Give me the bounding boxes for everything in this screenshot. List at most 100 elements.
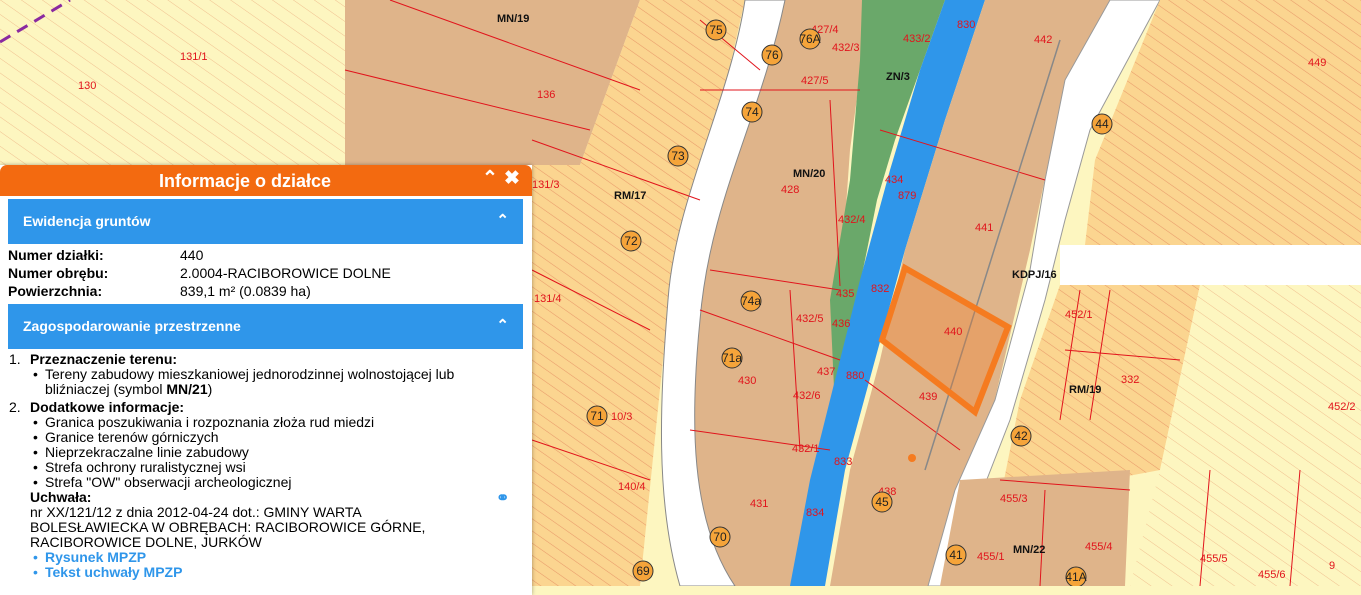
house-number: 41 xyxy=(949,548,963,562)
plot-label: 441 xyxy=(975,222,993,234)
zone-yellow-left xyxy=(0,0,390,165)
plot-label: 455/1 xyxy=(977,551,1005,563)
zone-label: KDPJ/16 xyxy=(1012,269,1057,281)
zone-label: RM/19 xyxy=(1069,384,1101,396)
house-number: 76A xyxy=(799,32,820,46)
purpose-line2-pre: bliźniaczej (symbol xyxy=(45,381,167,397)
plot-label: 140/4 xyxy=(618,481,646,493)
plot-label: 879 xyxy=(898,190,916,202)
purpose-line2-post: ) xyxy=(207,381,213,397)
plot-label: 455/3 xyxy=(1000,493,1028,505)
plot-label: 9 xyxy=(1329,560,1335,572)
plot-label: 136 xyxy=(537,89,555,101)
plot-label: 131/3 xyxy=(532,179,560,191)
house-number-marker[interactable]: 74 xyxy=(741,101,763,123)
list-number: 1. xyxy=(9,351,21,367)
zone-label: MN/22 xyxy=(1013,544,1045,556)
house-number: 74a xyxy=(741,294,761,308)
plot-label: 440 xyxy=(944,326,962,338)
house-number-marker[interactable]: 75 xyxy=(705,19,727,41)
house-number-marker[interactable]: 71a xyxy=(721,347,743,369)
zone-label: ZN/3 xyxy=(886,71,910,83)
plot-label: 130 xyxy=(78,80,96,92)
house-number-marker[interactable]: 76A xyxy=(799,28,821,50)
plot-label: 436 xyxy=(832,318,850,330)
house-number-marker[interactable]: 76 xyxy=(761,44,783,66)
chevron-up-icon[interactable]: ⌃ xyxy=(496,316,509,334)
section-ewidencja-header[interactable]: Ewidencja gruntów ⌃ xyxy=(8,199,523,244)
resolution-line: BOLESŁAWIECKA W OBRĘBACH: RACIBOROWICE G… xyxy=(30,519,426,535)
zone-label: MN/20 xyxy=(793,168,825,180)
location-dot xyxy=(908,454,916,462)
bullet: • xyxy=(33,474,38,490)
section-ewidencja-title: Ewidencja gruntów xyxy=(23,213,151,229)
plot-label: 455/5 xyxy=(1200,553,1228,565)
house-number-marker[interactable]: 41A xyxy=(1065,566,1087,586)
plot-label: 433/2 xyxy=(903,33,931,45)
house-number-marker[interactable]: 41 xyxy=(945,544,967,566)
house-number: 72 xyxy=(624,234,638,248)
panel-title: Informacje o działce xyxy=(158,171,332,191)
plot-label: 442 xyxy=(1034,34,1052,46)
house-number: 41A xyxy=(1065,570,1086,584)
field-label: Numer obrębu: xyxy=(8,265,109,281)
link-resolution-text-mpzp[interactable]: Tekst uchwały MPZP xyxy=(45,565,182,580)
zone-label: RM/17 xyxy=(614,190,646,202)
plot-label: 431 xyxy=(750,498,768,510)
info-panel: Informacje o działce ⌃ ✖ Ewidencja grunt… xyxy=(0,165,532,595)
purpose-line2: bliźniaczej (symbol MN/21) xyxy=(45,382,212,397)
plot-label: 432/4 xyxy=(838,214,866,226)
plot-label: 455/6 xyxy=(1258,569,1286,581)
plot-label: 435 xyxy=(836,288,854,300)
bullet: • xyxy=(33,459,38,475)
plot-label: 432/1 xyxy=(792,443,820,455)
house-number-marker[interactable]: 74a xyxy=(740,290,762,312)
bullet: • xyxy=(33,564,38,580)
plot-label: 833 xyxy=(834,456,852,468)
field-value: 440 xyxy=(180,247,204,263)
house-number: 42 xyxy=(1014,429,1028,443)
field-value: 839,1 m² (0.0839 ha) xyxy=(180,283,311,299)
bullet: • xyxy=(33,429,38,445)
house-number: 75 xyxy=(709,23,723,37)
chevron-up-icon[interactable]: ⌃ xyxy=(480,169,500,189)
section-zagospodarowanie-title: Zagospodarowanie przestrzenne xyxy=(23,318,241,334)
house-number-marker[interactable]: 44 xyxy=(1091,113,1113,135)
bullet: • xyxy=(33,549,38,565)
additional-item: Granica poszukiwania i rozpoznania złoża… xyxy=(45,414,375,430)
purpose-heading: Przeznaczenie terenu: xyxy=(30,351,178,367)
house-number-marker[interactable]: 70 xyxy=(709,526,731,548)
house-number: 70 xyxy=(713,530,727,544)
section-zagospodarowanie-header[interactable]: Zagospodarowanie przestrzenne ⌃ xyxy=(8,304,523,349)
plot-label: 834 xyxy=(806,507,824,519)
resolution-heading: Uchwała: xyxy=(30,489,92,505)
plot-label: 131/4 xyxy=(534,293,562,305)
field-value: 2.0004-RACIBOROWICE DOLNE xyxy=(180,265,391,281)
house-number-marker[interactable]: 42 xyxy=(1010,425,1032,447)
link-drawing-mpzp[interactable]: Rysunek MPZP xyxy=(45,550,146,565)
resolution-line: RACIBOROWICE DOLNE, JURKÓW xyxy=(30,534,262,550)
plot-label: 449 xyxy=(1308,57,1326,69)
plot-label: 452/2 xyxy=(1328,401,1356,413)
house-number-marker[interactable]: 72 xyxy=(620,230,642,252)
plot-label: 10/3 xyxy=(611,411,632,423)
zone-label: MN/19 xyxy=(497,13,529,25)
house-number-marker[interactable]: 69 xyxy=(632,560,654,582)
house-number: 76 xyxy=(765,48,779,62)
house-number: 71 xyxy=(590,409,604,423)
plot-label: 432/3 xyxy=(832,42,860,54)
chevron-up-icon[interactable]: ⌃ xyxy=(496,211,509,229)
link-icon[interactable]: ⚭ xyxy=(496,491,509,507)
plot-label: 427/5 xyxy=(801,75,829,87)
close-icon[interactable]: ✖ xyxy=(502,169,522,189)
house-number: 73 xyxy=(671,149,685,163)
plot-label: 332 xyxy=(1121,374,1139,386)
resolution-line: nr XX/121/12 z dnia 2012-04-24 dot.: GMI… xyxy=(30,504,362,520)
plot-label: 131/1 xyxy=(180,51,208,63)
additional-item: Strefa "OW" obserwacji archeologicznej xyxy=(45,474,292,490)
list-number: 2. xyxy=(9,399,21,415)
house-number-marker[interactable]: 73 xyxy=(667,145,689,167)
house-number-marker[interactable]: 45 xyxy=(871,491,893,513)
house-number-marker[interactable]: 71 xyxy=(586,405,608,427)
plot-label: 455/4 xyxy=(1085,541,1113,553)
